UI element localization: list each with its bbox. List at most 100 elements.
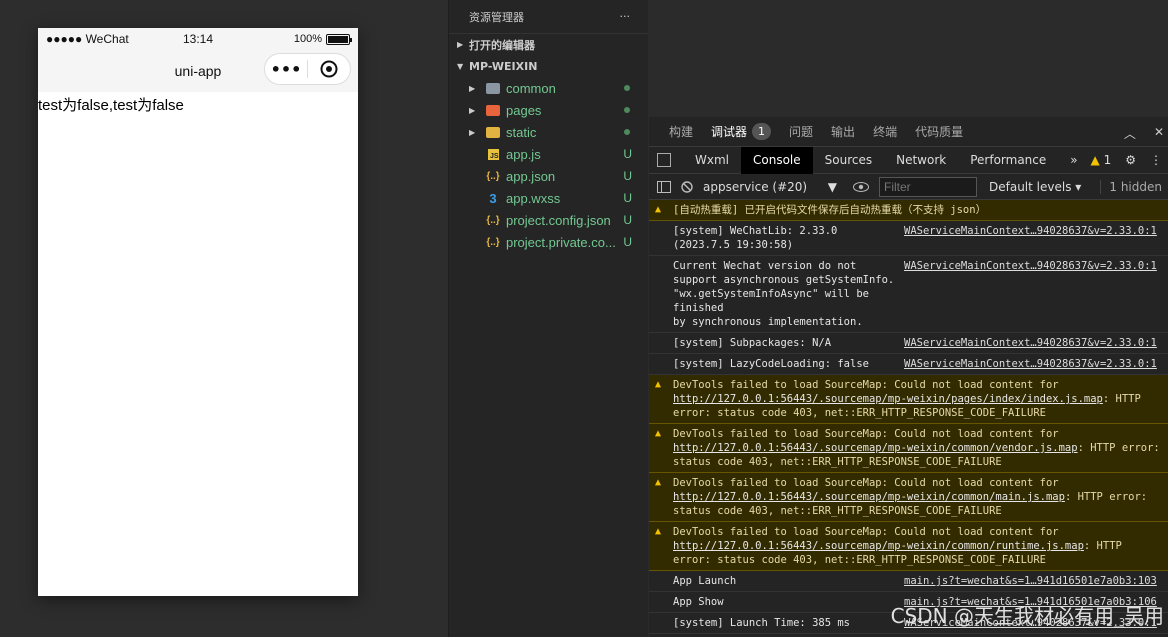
open-editors-section[interactable]: ▶ 打开的编辑器 — [449, 33, 648, 55]
warning-count[interactable]: ▲ 1 — [1091, 153, 1112, 167]
sourcemap-link[interactable]: http://127.0.0.1:56443/.sourcemap/mp-wei… — [673, 540, 1084, 552]
tree-item-app-wxss[interactable]: 3 app.wxss U — [449, 187, 648, 209]
source-link[interactable]: WAServiceMainContext…94028637&v=2.33.0:1 — [900, 224, 1164, 252]
tab-debug-3[interactable]: 输出 — [831, 123, 855, 140]
sourcemap-link[interactable]: http://127.0.0.1:56443/.sourcemap/mp-wei… — [673, 442, 1078, 454]
panel-tab-sources[interactable]: Sources — [813, 147, 884, 174]
message-body: [自动热重载] 已开启代码文件保存后自动热重载（不支持 json） — [673, 204, 987, 216]
source-link[interactable]: WAServiceMainContext…94028637&v=2.33.0:1 — [900, 336, 1164, 350]
warning-icon: ▲ — [1090, 153, 1100, 167]
simulator-panel: ●●●●● WeChat 13:14 100% uni-app ••• test… — [0, 0, 448, 637]
warning-count-label: 1 — [1103, 153, 1112, 167]
tree-item-project-private-co-[interactable]: {..} project.private.co... U — [449, 231, 648, 253]
tree-item-label: app.wxss — [506, 190, 561, 206]
console-message: [system] WeChatLib: 2.33.0 (2023.7.5 19:… — [649, 221, 1168, 256]
clear-console-icon[interactable] — [681, 180, 693, 194]
phone-screen: ●●●●● WeChat 13:14 100% uni-app ••• test… — [38, 28, 358, 596]
message-body: DevTools failed to load SourceMap: Could… — [673, 428, 1065, 440]
hidden-count: 1 hidden — [1100, 179, 1162, 194]
tree-item-label: app.js — [506, 146, 541, 162]
console-message-text: [system] WeChatLib: 2.33.0 (2023.7.5 19:… — [673, 224, 900, 252]
panel-tab-wxml[interactable]: Wxml — [683, 147, 741, 174]
inspect-element-icon[interactable] — [657, 153, 671, 167]
console-message-text: App Launch — [673, 574, 900, 588]
message-body: App Show — [673, 596, 724, 608]
git-status-badge: U — [623, 191, 632, 205]
console-toolbar: appservice (#20) ▼ Default levels ▾ 1 hi… — [649, 174, 1168, 200]
git-status-badge: U — [623, 147, 632, 161]
tree-item-label: pages — [506, 102, 542, 118]
console-message-text: DevTools failed to load SourceMap: Could… — [673, 476, 1164, 518]
log-levels-dropdown[interactable]: Default levels ▾ — [989, 180, 1081, 194]
battery-icon — [326, 33, 352, 45]
battery-indicator: 100% — [294, 33, 352, 45]
json-file-icon: {..} — [486, 236, 500, 248]
project-section[interactable]: ▼ MP-WEIXIN — [449, 55, 648, 77]
tree-item-label: project.private.co... — [506, 234, 616, 250]
panel-tab-console[interactable]: Console — [741, 146, 813, 174]
close-target-icon[interactable] — [308, 60, 350, 78]
modified-dot — [624, 85, 630, 91]
message-body: [system] LazyCodeLoading: false — [673, 358, 869, 370]
folder-icon — [485, 103, 501, 117]
filter-input[interactable] — [879, 176, 977, 197]
css-file-icon: 3 — [489, 190, 497, 206]
collapse-icon[interactable]: ︿ — [1124, 125, 1136, 142]
kebab-menu-icon[interactable]: ⋮ — [1150, 153, 1162, 167]
sidebar-toggle-icon[interactable] — [657, 180, 671, 194]
console-message-text: [自动热重载] 已开启代码文件保存后自动热重载（不支持 json） — [673, 203, 1164, 217]
panel-tab-network[interactable]: Network — [884, 147, 958, 174]
debug-tabs: 构建 调试器 1 问题 输出 终端 代码质量 ︿ ✕ — [649, 117, 1168, 147]
tree-item-common[interactable]: ▶ common — [449, 77, 648, 99]
mini-program-nav-bar: uni-app ••• — [38, 50, 358, 92]
tab-label: 构建 — [669, 125, 694, 139]
close-icon[interactable]: ✕ — [1154, 125, 1164, 142]
tree-item-pages[interactable]: ▶ pages — [449, 99, 648, 121]
git-status-badge: U — [623, 169, 632, 183]
more-icon[interactable]: ••• — [265, 60, 307, 79]
console-message-text: Current Wechat version do not support as… — [673, 259, 900, 329]
tab-debug-2[interactable]: 问题 — [789, 123, 813, 140]
console-log: [自动热重载] 已开启代码文件保存后自动热重载（不支持 json） [system… — [649, 200, 1168, 634]
source-link[interactable]: WAServiceMainContext…94028637&v=2.33.0:1 — [900, 357, 1164, 371]
json-file-icon: {..} — [486, 170, 500, 182]
tab-label: 调试器 — [711, 125, 748, 139]
console-message-text: [system] Subpackages: N/A — [673, 336, 900, 350]
status-bar: ●●●●● WeChat 13:14 100% — [38, 28, 358, 50]
tab-debug-5[interactable]: 代码质量 — [915, 123, 963, 140]
eye-icon[interactable] — [853, 180, 869, 194]
more-panels-icon[interactable]: » — [1058, 147, 1089, 174]
console-message-text: [system] LazyCodeLoading: false — [673, 357, 900, 371]
console-message: [system] Subpackages: N/A WAServiceMainCo… — [649, 333, 1168, 354]
tab-debug-1[interactable]: 调试器 1 — [711, 123, 772, 140]
chevron-right-icon: ▶ — [469, 83, 476, 93]
sourcemap-link[interactable]: http://127.0.0.1:56443/.sourcemap/mp-wei… — [673, 393, 1103, 405]
message-body: [system] Subpackages: N/A — [673, 337, 832, 349]
source-link[interactable]: main.js?t=wechat&s=1…941d16501e7a0b3:103 — [900, 574, 1164, 588]
tree-item-app-json[interactable]: {..} app.json U — [449, 165, 648, 187]
message-body: App Launch — [673, 575, 737, 587]
console-message: DevTools failed to load SourceMap: Could… — [649, 522, 1168, 571]
panel-tab-performance[interactable]: Performance — [958, 147, 1058, 174]
source-link[interactable]: WAServiceMainContext…94028637&v=2.33.0:1 — [900, 259, 1164, 329]
tree-item-static[interactable]: ▶ static — [449, 121, 648, 143]
devtools-panel-tabs: Wxml Console Sources Network Performance» ▲ 1… — [649, 146, 1168, 174]
tab-debug-4[interactable]: 终端 — [873, 123, 897, 140]
dropdown-arrow-icon: ▼ — [827, 179, 837, 194]
console-message: DevTools failed to load SourceMap: Could… — [649, 473, 1168, 522]
console-message-text: [system] Launch Time: 385 ms — [673, 616, 900, 630]
console-message: DevTools failed to load SourceMap: Could… — [649, 424, 1168, 473]
sourcemap-link[interactable]: http://127.0.0.1:56443/.sourcemap/mp-wei… — [673, 491, 1065, 503]
folder-icon — [485, 81, 501, 95]
tree-item-project-config-json[interactable]: {..} project.config.json U — [449, 209, 648, 231]
tree-item-app-js[interactable]: JS app.js U — [449, 143, 648, 165]
gear-icon[interactable]: ⚙ — [1125, 153, 1136, 167]
console-message-text: DevTools failed to load SourceMap: Could… — [673, 378, 1164, 420]
explorer-menu-icon[interactable]: ··· — [620, 10, 631, 23]
message-body: [system] Launch Time: 385 ms — [673, 617, 851, 629]
context-select[interactable]: appservice (#20) ▼ — [703, 180, 843, 194]
message-body: Current Wechat version do not support as… — [673, 260, 895, 328]
context-label: appservice (#20) — [703, 179, 808, 194]
tab-debug-0[interactable]: 构建 — [669, 123, 693, 140]
chevron-right-icon: ▶ — [469, 127, 476, 137]
